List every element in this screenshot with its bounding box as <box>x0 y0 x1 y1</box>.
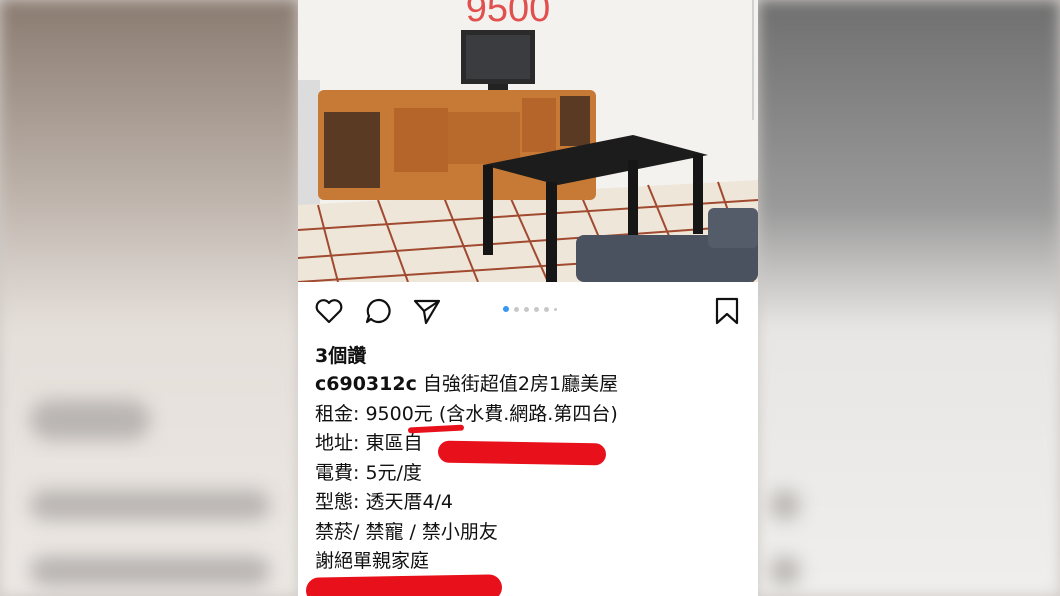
living-room-image <box>298 0 758 282</box>
caption-line-rent: 租金: 9500元 (含水費.網路.第四台) <box>315 402 618 425</box>
carousel-dot <box>524 306 529 312</box>
blurred-photo-right <box>758 0 1060 596</box>
image-edge-line <box>752 0 754 120</box>
caption-line-type: 型態: 透天厝4/4 <box>315 491 454 513</box>
like-count[interactable]: 3個讚 <box>315 342 745 370</box>
blurred-text <box>30 556 270 586</box>
carousel-dot <box>554 307 557 311</box>
blurred-text <box>30 400 150 440</box>
caption-line-rules: 禁菸/ 禁寵 / 禁小朋友 <box>315 520 498 543</box>
carousel-dot <box>514 306 519 312</box>
blurred-text <box>30 490 270 520</box>
caption-title-line: c690312c 自強街超值2房1廳美屋 <box>315 370 745 400</box>
carousel-dot <box>503 306 509 312</box>
redaction-mark <box>437 440 607 466</box>
blurred-text <box>770 556 800 586</box>
carousel-dot <box>534 306 539 312</box>
action-bar <box>298 282 758 338</box>
carousel-dots <box>503 306 557 312</box>
bookmark-icon[interactable] <box>712 296 742 326</box>
username[interactable]: c690312c <box>315 373 417 395</box>
heart-icon[interactable] <box>314 296 344 326</box>
send-icon[interactable] <box>412 296 442 326</box>
post-photo[interactable]: 9500 <box>298 0 758 282</box>
instagram-post: 9500 3個讚 c690312c 自強街超值2房1廳美屋 租金: 9500元 … <box>298 0 758 596</box>
carousel-dot <box>544 306 549 312</box>
redaction-mark <box>305 574 503 596</box>
blurred-text <box>770 490 800 520</box>
price-overlay-text: 9500 <box>465 0 551 30</box>
comment-icon[interactable] <box>364 296 394 326</box>
caption-line-restriction: 謝絕單親家庭 <box>315 550 430 572</box>
caption-title: 自強街超值2房1廳美屋 <box>422 373 619 395</box>
